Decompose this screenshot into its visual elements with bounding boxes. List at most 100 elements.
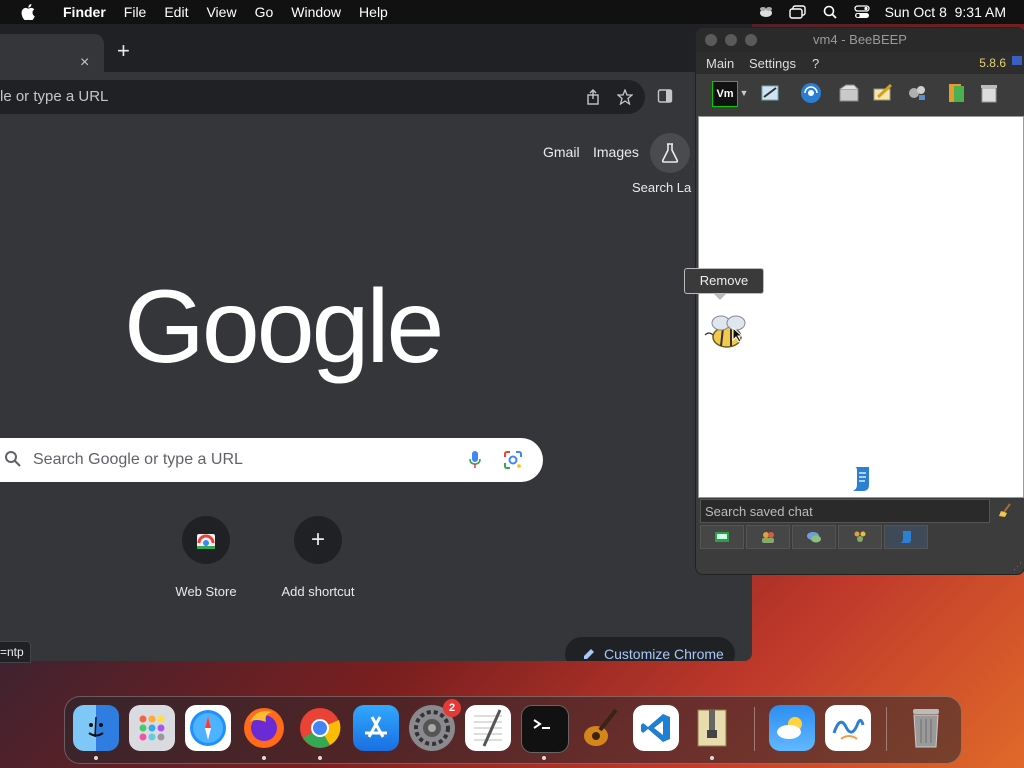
dropdown-arrow-icon[interactable]: ▼ [738,81,750,105]
weather-app-icon[interactable] [769,705,815,751]
scroll-chat-icon[interactable] [849,465,873,498]
address-bar-placeholder: le or type a URL [0,88,109,105]
beebeep-window: vm4 - BeeBEEP Main Settings ? 5.8.6 Vm ▼ [695,27,1024,575]
finder-app-icon[interactable] [73,705,119,751]
tab-new-tab[interactable]: × [0,34,104,72]
address-bar[interactable]: le or type a URL [0,80,645,114]
share-icon[interactable] [582,86,604,108]
menu-edit[interactable]: Edit [155,0,197,24]
beebeep-title-bar[interactable]: vm4 - BeeBEEP [696,28,1024,52]
edit-profile-icon[interactable] [758,81,784,105]
beebeep-bee-icon[interactable] [703,311,753,362]
exit-icon[interactable] [944,81,970,105]
garageband-app-icon[interactable] [577,705,623,751]
customize-chrome-label: Customize Chrome [604,646,724,661]
terminal-app-icon[interactable] [521,705,569,753]
shortcut-web-store[interactable]: Web Store [151,516,261,599]
status-url-bubble: =ntp [0,641,31,663]
spotlight-search-icon[interactable] [821,4,839,20]
flask-icon [661,143,679,163]
menu-help[interactable]: ? [812,56,819,71]
trash-icon[interactable] [976,81,1002,105]
network-broadcast-icon[interactable] [798,81,824,105]
search-placeholder: Search Google or type a URL [33,451,243,468]
menu-help[interactable]: Help [350,0,397,24]
firefox-app-icon[interactable] [241,705,287,751]
compose-message-icon[interactable] [870,81,896,105]
users-view-icon[interactable] [746,525,790,549]
menu-view[interactable]: View [197,0,245,24]
menu-bar: Finder File Edit View Go Window Help Sun… [0,0,1024,24]
google-search-box[interactable]: Search Google or type a URL [0,438,543,482]
shortcut-add[interactable]: + Add shortcut [263,516,373,599]
saved-chats-view-icon[interactable] [884,525,928,549]
remove-tooltip: Remove [684,268,764,300]
launchpad-app-icon[interactable] [129,705,175,751]
customize-chrome-button[interactable]: Customize Chrome [565,637,735,661]
saved-chat-search-input[interactable]: Search saved chat [700,499,990,523]
close-tab-icon[interactable]: × [80,54,89,72]
chrome-window: × + le or type a URL Gmail Images Search… [0,24,752,661]
window-title: vm4 - BeeBEEP [813,32,907,47]
shortcut-label: Add shortcut [281,584,355,599]
search-icon [4,450,22,473]
vm-profile-button[interactable]: Vm [712,81,738,107]
shortcut-label: Web Store [175,584,237,599]
control-center-icon[interactable] [853,4,871,20]
running-indicator [94,756,98,760]
minimize-window-button[interactable] [725,34,737,46]
vscode-app-icon[interactable] [633,705,679,751]
plus-icon: + [294,516,342,564]
gmail-link[interactable]: Gmail [543,144,580,160]
mouse-cursor-icon [732,326,744,348]
version-label: 5.8.6 [979,56,1006,70]
apple-icon[interactable] [18,4,38,20]
running-indicator [710,756,714,760]
running-indicator [262,756,266,760]
menu-go[interactable]: Go [246,0,283,24]
search-labs-label: Search La [632,180,692,195]
home-view-icon[interactable] [700,525,744,549]
beebeep-status-icon[interactable] [757,4,775,20]
file-transfer-icon[interactable] [836,81,862,105]
safari-app-icon[interactable] [185,705,231,751]
language-flag-icon [1012,56,1022,65]
new-tab-button[interactable]: + [117,40,130,62]
menu-main[interactable]: Main [706,56,734,71]
dock-divider [886,707,887,751]
beebeep-toolbar: Vm ▼ [696,74,1024,114]
chrome-app-icon[interactable] [297,705,343,751]
images-link[interactable]: Images [593,144,639,160]
bookmark-star-icon[interactable] [614,86,636,108]
app-store-app-icon[interactable] [353,705,399,751]
chats-view-icon[interactable] [792,525,836,549]
browser-toolbar: le or type a URL [0,72,752,120]
beebeep-view-tabs [700,525,930,549]
trash-app-icon[interactable] [903,705,949,751]
zoom-window-button[interactable] [745,34,757,46]
chat-area [698,116,1024,498]
window-switcher-icon[interactable] [788,4,807,20]
new-tab-page: Gmail Images Search La Google Search Goo… [0,120,752,661]
freeform-app-icon[interactable] [825,705,871,751]
archive-utility-app-icon[interactable] [689,705,735,751]
dock-divider [754,707,755,751]
side-panel-icon[interactable] [654,85,676,107]
google-logo: Google [124,269,444,385]
close-window-button[interactable] [705,34,717,46]
menubar-clock[interactable]: Sun Oct 8 9:31 AM [885,4,1006,20]
menu-finder[interactable]: Finder [54,0,115,24]
search-labs-button[interactable] [650,133,690,173]
menu-window[interactable]: Window [282,0,350,24]
plugins-icon[interactable] [904,81,930,105]
clear-search-broom-icon[interactable] [998,502,1014,523]
menu-file[interactable]: File [115,0,156,24]
running-indicator [318,756,322,760]
voice-search-icon[interactable] [468,450,482,475]
groups-view-icon[interactable] [838,525,882,549]
textedit-app-icon[interactable] [465,705,511,751]
menu-settings[interactable]: Settings [749,56,796,71]
google-lens-icon[interactable] [503,450,523,475]
resize-grip-icon[interactable]: ⋰ [1013,561,1022,572]
system-settings-app-icon[interactable]: 2 [409,699,461,751]
